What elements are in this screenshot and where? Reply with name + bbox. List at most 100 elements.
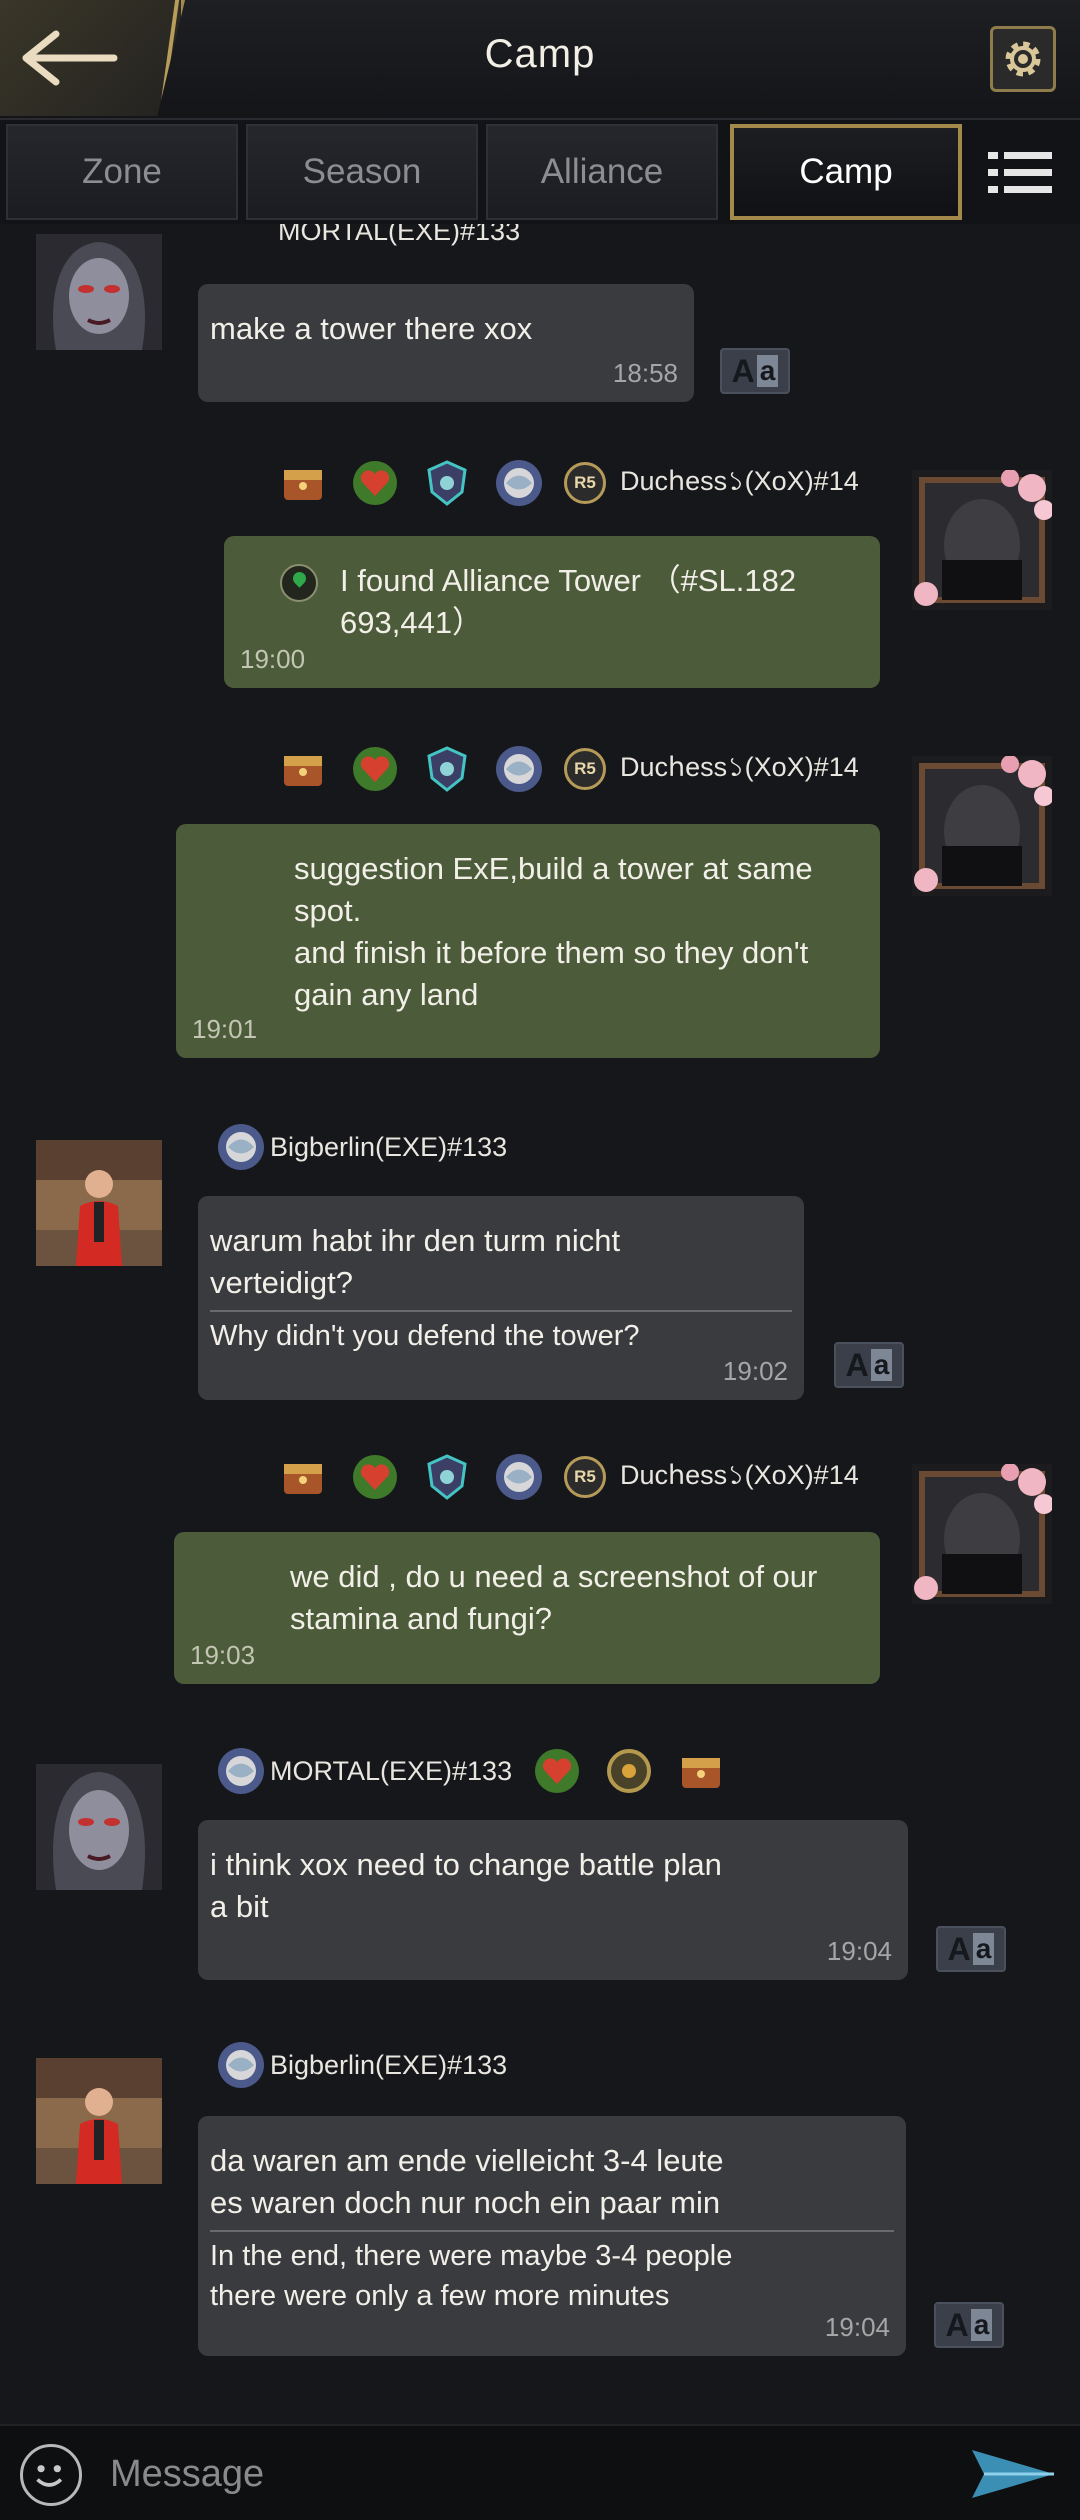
message-text[interactable]: gain any land (294, 974, 868, 1016)
gear-icon (1005, 41, 1041, 77)
sender-name[interactable]: Ducհess১(XoX)#14 (620, 1455, 859, 1500)
translated-text: Why didn't you defend the tower? (210, 1310, 792, 1356)
avatar-image (36, 2058, 162, 2184)
translate-button[interactable]: Aa (936, 1926, 1006, 1972)
alliance-emblem-icon (496, 746, 542, 792)
smiley-icon[interactable] (20, 2444, 82, 2506)
message-bubble[interactable]: make a tower there xox 18:58 (198, 284, 694, 402)
avatar-image (36, 234, 162, 350)
badge-row: Bigberlin(EXE)#133 (214, 2038, 507, 2092)
message-text[interactable]: I found Alliance Tower （#SL.182 (280, 560, 868, 602)
message-text: i think xox need to change battle plan (210, 1847, 722, 1882)
avatar[interactable] (912, 756, 1052, 896)
tab-zone[interactable]: Zone (6, 124, 238, 220)
message-time: 19:04 (824, 2312, 890, 2342)
message-time: 18:58 (612, 358, 678, 388)
sender-name[interactable]: MORTAL(EXE)#133 (278, 224, 520, 247)
translate-icon-big: A (845, 1346, 869, 1383)
sender-name[interactable]: Bigberlin(EXE)#133 (270, 2050, 507, 2081)
rank-badge: R5 (564, 462, 606, 504)
page-title: Camp (484, 32, 596, 76)
message-text: make a tower there xox (210, 311, 533, 346)
message-text: warum habt ihr den turm nicht (210, 1223, 621, 1258)
avatar-image (36, 1140, 162, 1266)
chest-badge-icon (682, 1758, 721, 1788)
translate-icon-big: A (945, 2306, 969, 2343)
message-text: a bit (210, 1889, 269, 1924)
location-pin-icon (280, 564, 318, 602)
medal-badge-icon (607, 1749, 652, 1793)
message-time: 19:00 (240, 644, 306, 674)
tab-camp[interactable]: Camp (730, 124, 962, 220)
message-bubble[interactable]: da waren am ende vielleicht 3-4 leute es… (198, 2116, 906, 2356)
sender-name[interactable]: Ducհess১(XoX)#14 (620, 747, 859, 792)
alliance-emblem-icon (218, 1748, 264, 1794)
sender-name[interactable]: Ducհess১(XoX)#14 (620, 461, 859, 506)
top-bar: Camp (0, 0, 1080, 120)
avatar[interactable] (36, 1764, 162, 1890)
heart-badge-icon (353, 461, 397, 505)
tab-season[interactable]: Season (246, 124, 478, 220)
alliance-emblem-icon (496, 460, 542, 506)
badge-row: R5 Ducհess১(XoX)#14 (276, 456, 859, 510)
shield-badge-icon (427, 746, 467, 792)
chat-list[interactable]: MORTAL(EXE)#133 make a tower there xox 1… (0, 224, 1080, 2424)
settings-button[interactable] (990, 26, 1056, 92)
message-text[interactable]: spot. (294, 890, 868, 932)
tab-alliance[interactable]: Alliance (486, 124, 718, 220)
translate-button[interactable]: Aa (834, 1342, 904, 1388)
badge-row: R5 Ducհess১(XoX)#14 (276, 1450, 859, 1504)
translate-icon-big: A (947, 1930, 971, 1967)
translate-icon-small: a (970, 2309, 993, 2341)
avatar[interactable] (36, 1140, 162, 1266)
send-arrow-icon[interactable] (970, 2444, 1058, 2504)
message-time: 19:04 (826, 1936, 892, 1966)
chest-badge-icon (284, 470, 322, 500)
message-time: 19:03 (190, 1640, 256, 1670)
badge-row: MORTAL(EXE)#133 (214, 1744, 728, 1798)
message-text[interactable]: stamina and fungi? (290, 1598, 868, 1640)
message-time: 19:02 (722, 1356, 788, 1386)
alliance-emblem-icon (496, 1454, 542, 1500)
heart-badge-icon (353, 747, 397, 791)
badge-row: Bigberlin(EXE)#133 (214, 1120, 507, 1174)
translated-text: there were only a few more minutes (210, 2280, 670, 2312)
avatar[interactable] (36, 2058, 162, 2184)
message-text: es waren doch nur noch ein paar min (210, 2185, 721, 2220)
heart-badge-icon (353, 1455, 397, 1499)
rank-badge: R5 (564, 1456, 606, 1498)
rank-badge: R5 (564, 748, 606, 790)
alliance-emblem-icon (218, 1124, 264, 1170)
menu-list-icon[interactable] (988, 150, 1052, 196)
translate-icon-small: a (756, 355, 779, 387)
avatar-image (912, 470, 1052, 610)
translate-button[interactable]: Aa (934, 2302, 1004, 2348)
avatar[interactable] (36, 234, 162, 350)
translated-text: In the end, there were maybe 3-4 people (210, 2230, 894, 2276)
translate-button[interactable]: Aa (720, 348, 790, 394)
message-time: 19:01 (192, 1014, 258, 1044)
message-text[interactable]: we did , do u need a screenshot of our (290, 1556, 868, 1598)
message-bubble[interactable]: warum habt ihr den turm nicht verteidigt… (198, 1196, 804, 1400)
translate-icon-small: a (870, 1349, 893, 1381)
message-text: verteidigt? (210, 1265, 354, 1300)
avatar-image (912, 1464, 1052, 1604)
message-text[interactable]: 693,441） (280, 602, 868, 644)
avatar[interactable] (912, 1464, 1052, 1604)
channel-tabs: Zone Season Alliance Camp (0, 120, 1080, 224)
avatar[interactable] (912, 470, 1052, 610)
message-text[interactable]: and finish it before them so they don't (294, 932, 868, 974)
location-message-bubble[interactable]: I found Alliance Tower （#SL.182 693,441）… (224, 536, 880, 688)
message-input[interactable] (110, 2444, 930, 2504)
avatar-image (36, 1764, 162, 1890)
message-bubble[interactable]: i think xox need to change battle plan a… (198, 1820, 908, 1980)
sender-name[interactable]: MORTAL(EXE)#133 (270, 1756, 512, 1787)
sender-name[interactable]: Bigberlin(EXE)#133 (270, 1132, 507, 1163)
heart-badge-icon (535, 1749, 580, 1793)
alliance-emblem-icon (218, 2042, 264, 2088)
message-bubble[interactable]: we did , do u need a screenshot of our s… (174, 1532, 880, 1684)
message-composer (0, 2424, 1080, 2520)
message-text: da waren am ende vielleicht 3-4 leute (210, 2143, 724, 2178)
message-bubble[interactable]: suggestion ExE,build a tower at same spo… (176, 824, 880, 1058)
message-text[interactable]: suggestion ExE,build a tower at same (294, 848, 868, 890)
